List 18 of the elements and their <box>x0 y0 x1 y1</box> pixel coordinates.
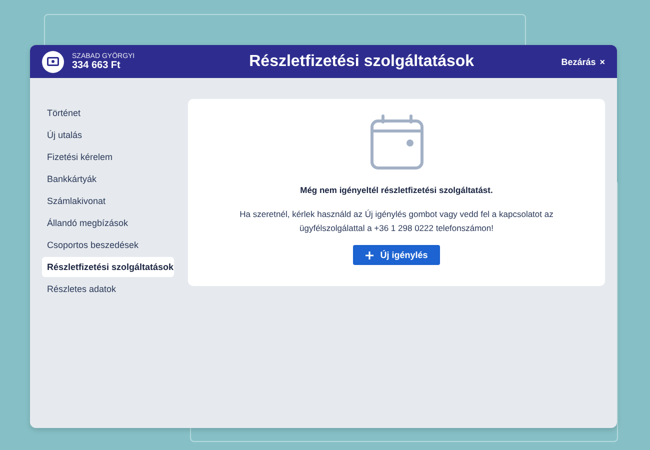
banknote-icon <box>47 57 59 66</box>
new-request-button[interactable]: Új igénylés <box>353 245 440 265</box>
sidebar-item[interactable]: Új utalás <box>42 125 174 145</box>
sidebar-item[interactable]: Számlakivonat <box>42 191 174 211</box>
sidebar-item[interactable]: Részletfizetési szolgáltatások <box>42 257 174 277</box>
sidebar-item[interactable]: Állandó megbízások <box>42 213 174 233</box>
empty-state-message: Ha szeretnél, kérlek használd az Új igénylés gombot vagy vedd fel a kapcsolatot az ügyfélszolgálattal a +36 1 298 0222 telefonszámon! <box>238 208 554 235</box>
close-button[interactable]: Bezárás × <box>561 56 605 66</box>
account-balance: 334 663 Ft <box>72 60 122 70</box>
sidebar-item[interactable]: Történet <box>42 103 174 123</box>
sidebar-item[interactable]: Részletes adatok <box>42 279 174 299</box>
calendar-icon <box>370 114 424 170</box>
plus-icon <box>365 250 374 260</box>
sidebar-item[interactable]: Bankkártyák <box>42 169 174 189</box>
sidebar-item[interactable]: Csoportos beszedések <box>42 235 174 255</box>
sidebar-item[interactable]: Fizetési kérelem <box>42 147 174 167</box>
window-title: Részletfizetési szolgáltatások <box>248 52 476 70</box>
empty-state-heading: Még nem igényeltél részletfizetési szolgáltatást. <box>300 185 493 195</box>
